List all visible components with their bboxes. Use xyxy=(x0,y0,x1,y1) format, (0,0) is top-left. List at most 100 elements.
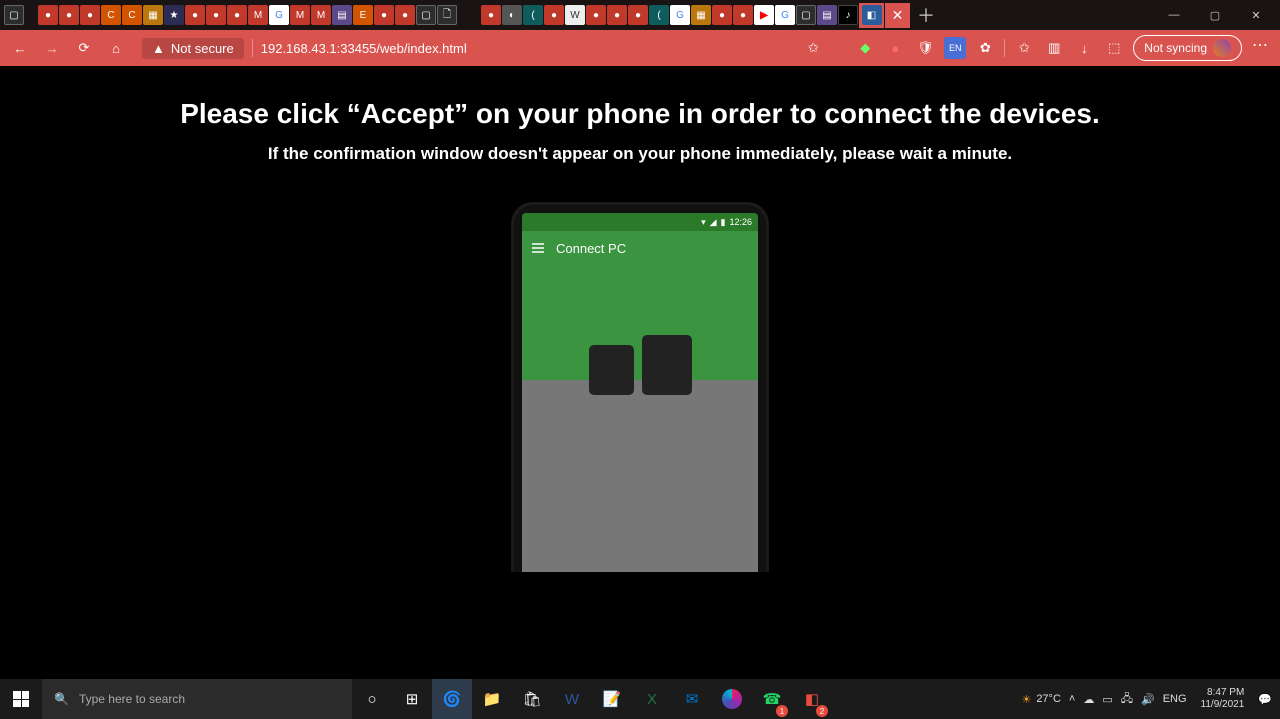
onedrive-icon[interactable]: ☁ xyxy=(1083,693,1094,706)
tab-icon[interactable]: G xyxy=(269,5,289,25)
tray-chevron-icon[interactable]: ˄ xyxy=(1069,693,1075,705)
clock[interactable]: 8:47 PM 11/9/2021 xyxy=(1195,687,1251,711)
tab-icon[interactable]: ▶ xyxy=(754,5,774,25)
new-tab-button[interactable]: ＋ xyxy=(911,0,941,30)
tab-icon[interactable]: ● xyxy=(628,5,648,25)
taskbar-apps: ○ ⊞ 🌀 📁 🛍 W 📝 X ✉ ☎1 ◧2 xyxy=(352,679,832,719)
tab-icon[interactable]: ● xyxy=(206,5,226,25)
extension-icon[interactable]: ◆ xyxy=(854,37,876,59)
browser-tab-strip: ▢ ● ● ● C C ▦ ★ ● ● ● M G M M ▤ E ● ● ▢ … xyxy=(0,0,1280,30)
hamburger-icon xyxy=(532,243,544,253)
tab-icon[interactable]: ( xyxy=(523,5,543,25)
tab-icon[interactable]: ● xyxy=(80,5,100,25)
tab-icon[interactable]: ● xyxy=(586,5,606,25)
volume-icon[interactable]: 🔊 xyxy=(1141,693,1155,706)
tab-icon[interactable]: M xyxy=(248,5,268,25)
extension-icon[interactable]: EN xyxy=(944,37,966,59)
tab-icon[interactable]: ● xyxy=(607,5,627,25)
extension-icon[interactable]: ● xyxy=(884,37,906,59)
downloads-icon[interactable]: ↓ xyxy=(1073,37,1095,59)
tab-icon[interactable]: C xyxy=(101,5,121,25)
collections-icon[interactable]: ▥ xyxy=(1043,37,1065,59)
search-placeholder: Type here to search xyxy=(79,692,185,706)
clock-date: 11/9/2021 xyxy=(1201,699,1245,711)
favorites-icon[interactable]: ✩ xyxy=(1013,37,1035,59)
tab-icon[interactable]: ● xyxy=(481,5,501,25)
tab-icon[interactable]: ▤ xyxy=(817,5,837,25)
tab-icon[interactable]: ● xyxy=(544,5,564,25)
app-title: Connect PC xyxy=(556,241,626,256)
tab-icon[interactable]: ▤ xyxy=(332,5,352,25)
menu-button[interactable]: ⋯ xyxy=(1250,37,1272,59)
refresh-button[interactable]: ⟳ xyxy=(72,36,96,60)
tab-icon[interactable]: ▢ xyxy=(796,5,816,25)
extensions-icon[interactable]: ⬚ xyxy=(1103,37,1125,59)
tab-icon[interactable]: ▦ xyxy=(691,5,711,25)
tab-icon[interactable]: ▢ xyxy=(416,5,436,25)
window-maximize[interactable]: ▢ xyxy=(1195,0,1235,30)
explorer-icon[interactable]: 📁 xyxy=(472,679,512,719)
tab-icon[interactable]: G xyxy=(670,5,690,25)
tab-icon[interactable]: ● xyxy=(59,5,79,25)
tab-icon[interactable]: ● xyxy=(38,5,58,25)
edge-icon[interactable]: 🌀 xyxy=(432,679,472,719)
home-button[interactable]: ⌂ xyxy=(104,36,128,60)
tab-icon[interactable]: ● xyxy=(374,5,394,25)
reader-icon[interactable]: ✩ xyxy=(802,37,824,59)
phone-time: 12:26 xyxy=(729,217,752,227)
app-icon[interactable]: ◧2 xyxy=(792,679,832,719)
notes-icon[interactable]: 📝 xyxy=(592,679,632,719)
tab-icon[interactable]: E xyxy=(353,5,373,25)
language-indicator[interactable]: ENG xyxy=(1163,693,1187,705)
window-close[interactable]: ✕ xyxy=(1236,0,1276,30)
tab-icon[interactable]: G xyxy=(775,5,795,25)
word-icon[interactable]: W xyxy=(552,679,592,719)
whatsapp-icon[interactable]: ☎1 xyxy=(752,679,792,719)
profile-sync-button[interactable]: Not syncing xyxy=(1133,35,1242,61)
excel-icon[interactable]: X xyxy=(632,679,672,719)
tab-icon[interactable]: ▦ xyxy=(143,5,163,25)
taskbar-search[interactable]: 🔍 Type here to search xyxy=(42,679,352,719)
phone-app-bar: Connect PC xyxy=(522,231,758,265)
tab-icon[interactable]: ● xyxy=(227,5,247,25)
warning-icon: ▲ xyxy=(152,41,165,56)
extension-icon[interactable]: ✿ xyxy=(974,37,996,59)
window-minimize[interactable]: ― xyxy=(1154,0,1194,30)
back-button[interactable]: ← xyxy=(8,36,32,60)
task-view-icon[interactable]: ⊞ xyxy=(392,679,432,719)
start-button[interactable] xyxy=(0,679,42,719)
address-url[interactable]: 192.168.43.1:33455/web/index.html xyxy=(261,41,467,56)
weather-icon: ☀ xyxy=(1021,693,1031,706)
tab-icon[interactable]: ● xyxy=(712,5,732,25)
network-icon[interactable]: 🖧 xyxy=(1121,690,1133,709)
phone-status-bar: ▾ ◢ ▮ 12:26 xyxy=(522,213,758,231)
active-tab[interactable]: ◧ xyxy=(859,3,884,28)
tab-icon[interactable]: ● xyxy=(733,5,753,25)
battery-icon[interactable]: ▭ xyxy=(1102,693,1112,706)
tab-icon[interactable]: M xyxy=(290,5,310,25)
tab-icon[interactable]: ( xyxy=(649,5,669,25)
store-icon[interactable]: 🛍 xyxy=(512,679,552,719)
outlook-icon[interactable]: ✉ xyxy=(672,679,712,719)
extension-icon[interactable]: 🛡 xyxy=(914,37,936,59)
tab-icon[interactable]: ★ xyxy=(164,5,184,25)
clock-time: 8:47 PM xyxy=(1201,687,1245,699)
cortana-icon[interactable]: ○ xyxy=(352,679,392,719)
close-tab-button[interactable]: ✕ xyxy=(885,3,910,28)
forward-button[interactable]: → xyxy=(40,36,64,60)
tab-icon[interactable]: ◐ xyxy=(502,5,522,25)
security-label: Not secure xyxy=(171,41,234,56)
tab-overview-icon[interactable]: ▢ xyxy=(4,5,24,25)
tab-icon[interactable]: C xyxy=(122,5,142,25)
tab-icon[interactable]: 🗋 xyxy=(437,5,457,25)
app-icon[interactable] xyxy=(712,679,752,719)
weather-widget[interactable]: ☀ 27°C xyxy=(1021,693,1060,706)
tab-icon[interactable]: W xyxy=(565,5,585,25)
notifications-icon[interactable]: 💬 xyxy=(1258,693,1272,706)
tab-icon[interactable]: ● xyxy=(185,5,205,25)
tab-icon[interactable]: M xyxy=(311,5,331,25)
avatar-icon xyxy=(1213,39,1231,57)
security-indicator[interactable]: ▲ Not secure xyxy=(142,38,244,59)
tab-icon[interactable]: ♪ xyxy=(838,5,858,25)
tab-icon[interactable]: ● xyxy=(395,5,415,25)
